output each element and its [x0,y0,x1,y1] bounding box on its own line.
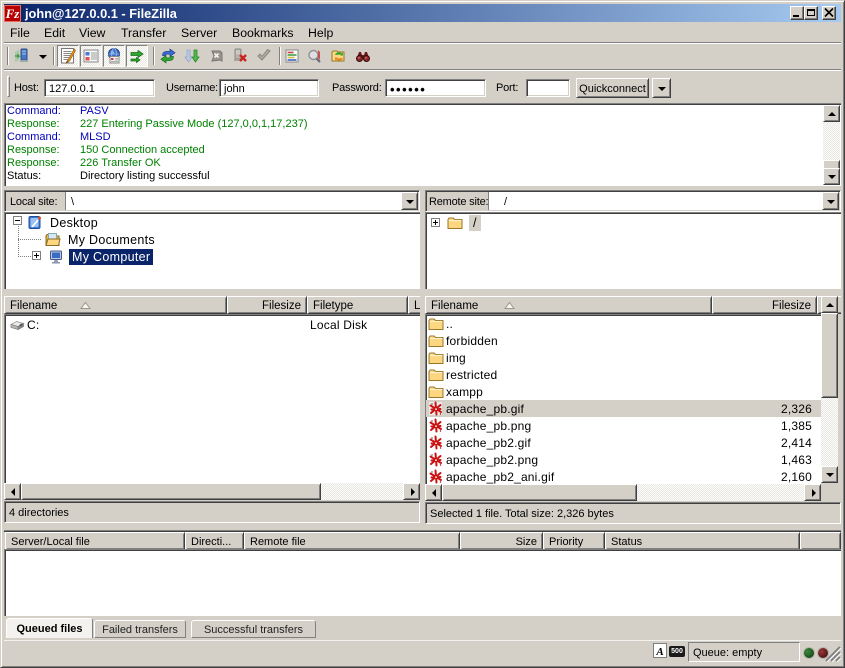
svg-text:Fz: Fz [5,6,21,21]
